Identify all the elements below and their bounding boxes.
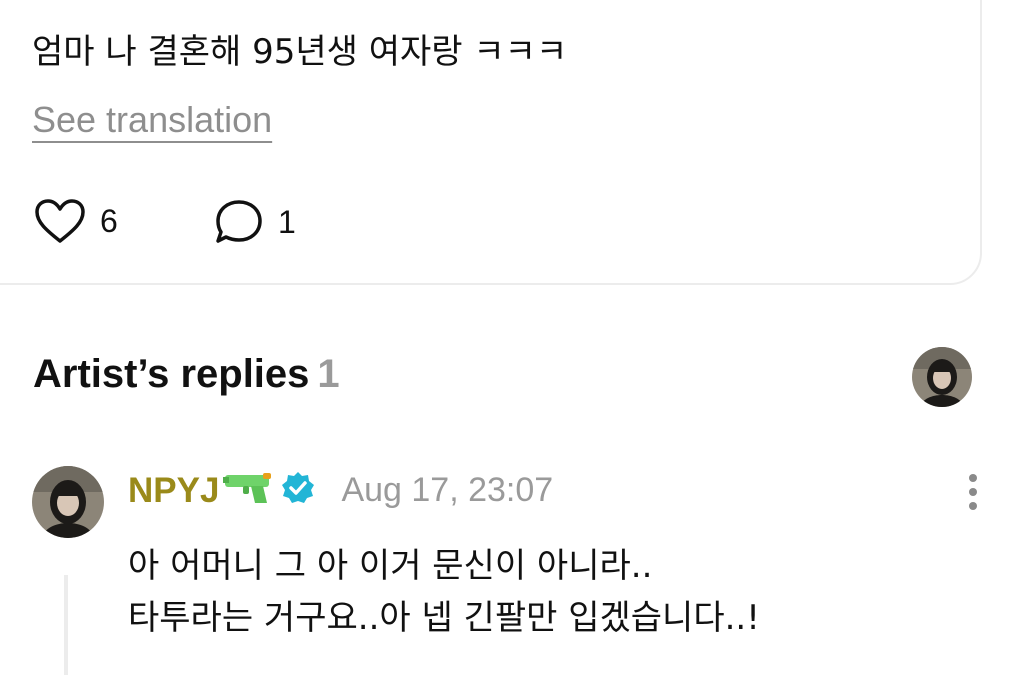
verified-badge-icon	[281, 471, 315, 510]
artist-replies-label: Artist’s replies	[33, 352, 310, 396]
reply-timestamp: Aug 17, 23:07	[341, 471, 554, 509]
water-pistol-icon	[223, 470, 275, 511]
artist-replies-count: 1	[317, 352, 340, 396]
heart-icon	[35, 199, 85, 243]
like-button[interactable]: 6	[34, 198, 118, 244]
artist-replies-title: Artist’s replies 1	[33, 352, 340, 397]
more-vertical-icon[interactable]	[958, 472, 988, 516]
reply-line-2: 타투라는 거구요..아 넵 긴팔만 입겠습니다..!	[128, 598, 760, 638]
reply-line-1: 아 어머니 그 아 이거 문신이 아니라..	[128, 546, 653, 586]
thread-line	[64, 575, 68, 675]
reply-author-name[interactable]: NPYJ	[128, 471, 219, 511]
post-text: 엄마 나 결혼해 95년생 여자랑 ㅋㅋㅋ	[32, 32, 568, 72]
see-translation-link[interactable]: See translation	[32, 99, 272, 141]
reply-body: 아 어머니 그 아 이거 문신이 아니라.. 타투라는 거구요..아 넵 긴팔만…	[128, 540, 760, 644]
speech-bubble-icon	[216, 200, 262, 243]
comment-count: 1	[278, 203, 296, 240]
comment-button[interactable]: 1	[214, 198, 296, 246]
like-count: 6	[100, 202, 118, 239]
reply-author-avatar[interactable]	[32, 466, 104, 538]
artist-avatar[interactable]	[912, 347, 972, 407]
reply-header: NPYJ Aug 17, 23:07	[128, 470, 553, 511]
